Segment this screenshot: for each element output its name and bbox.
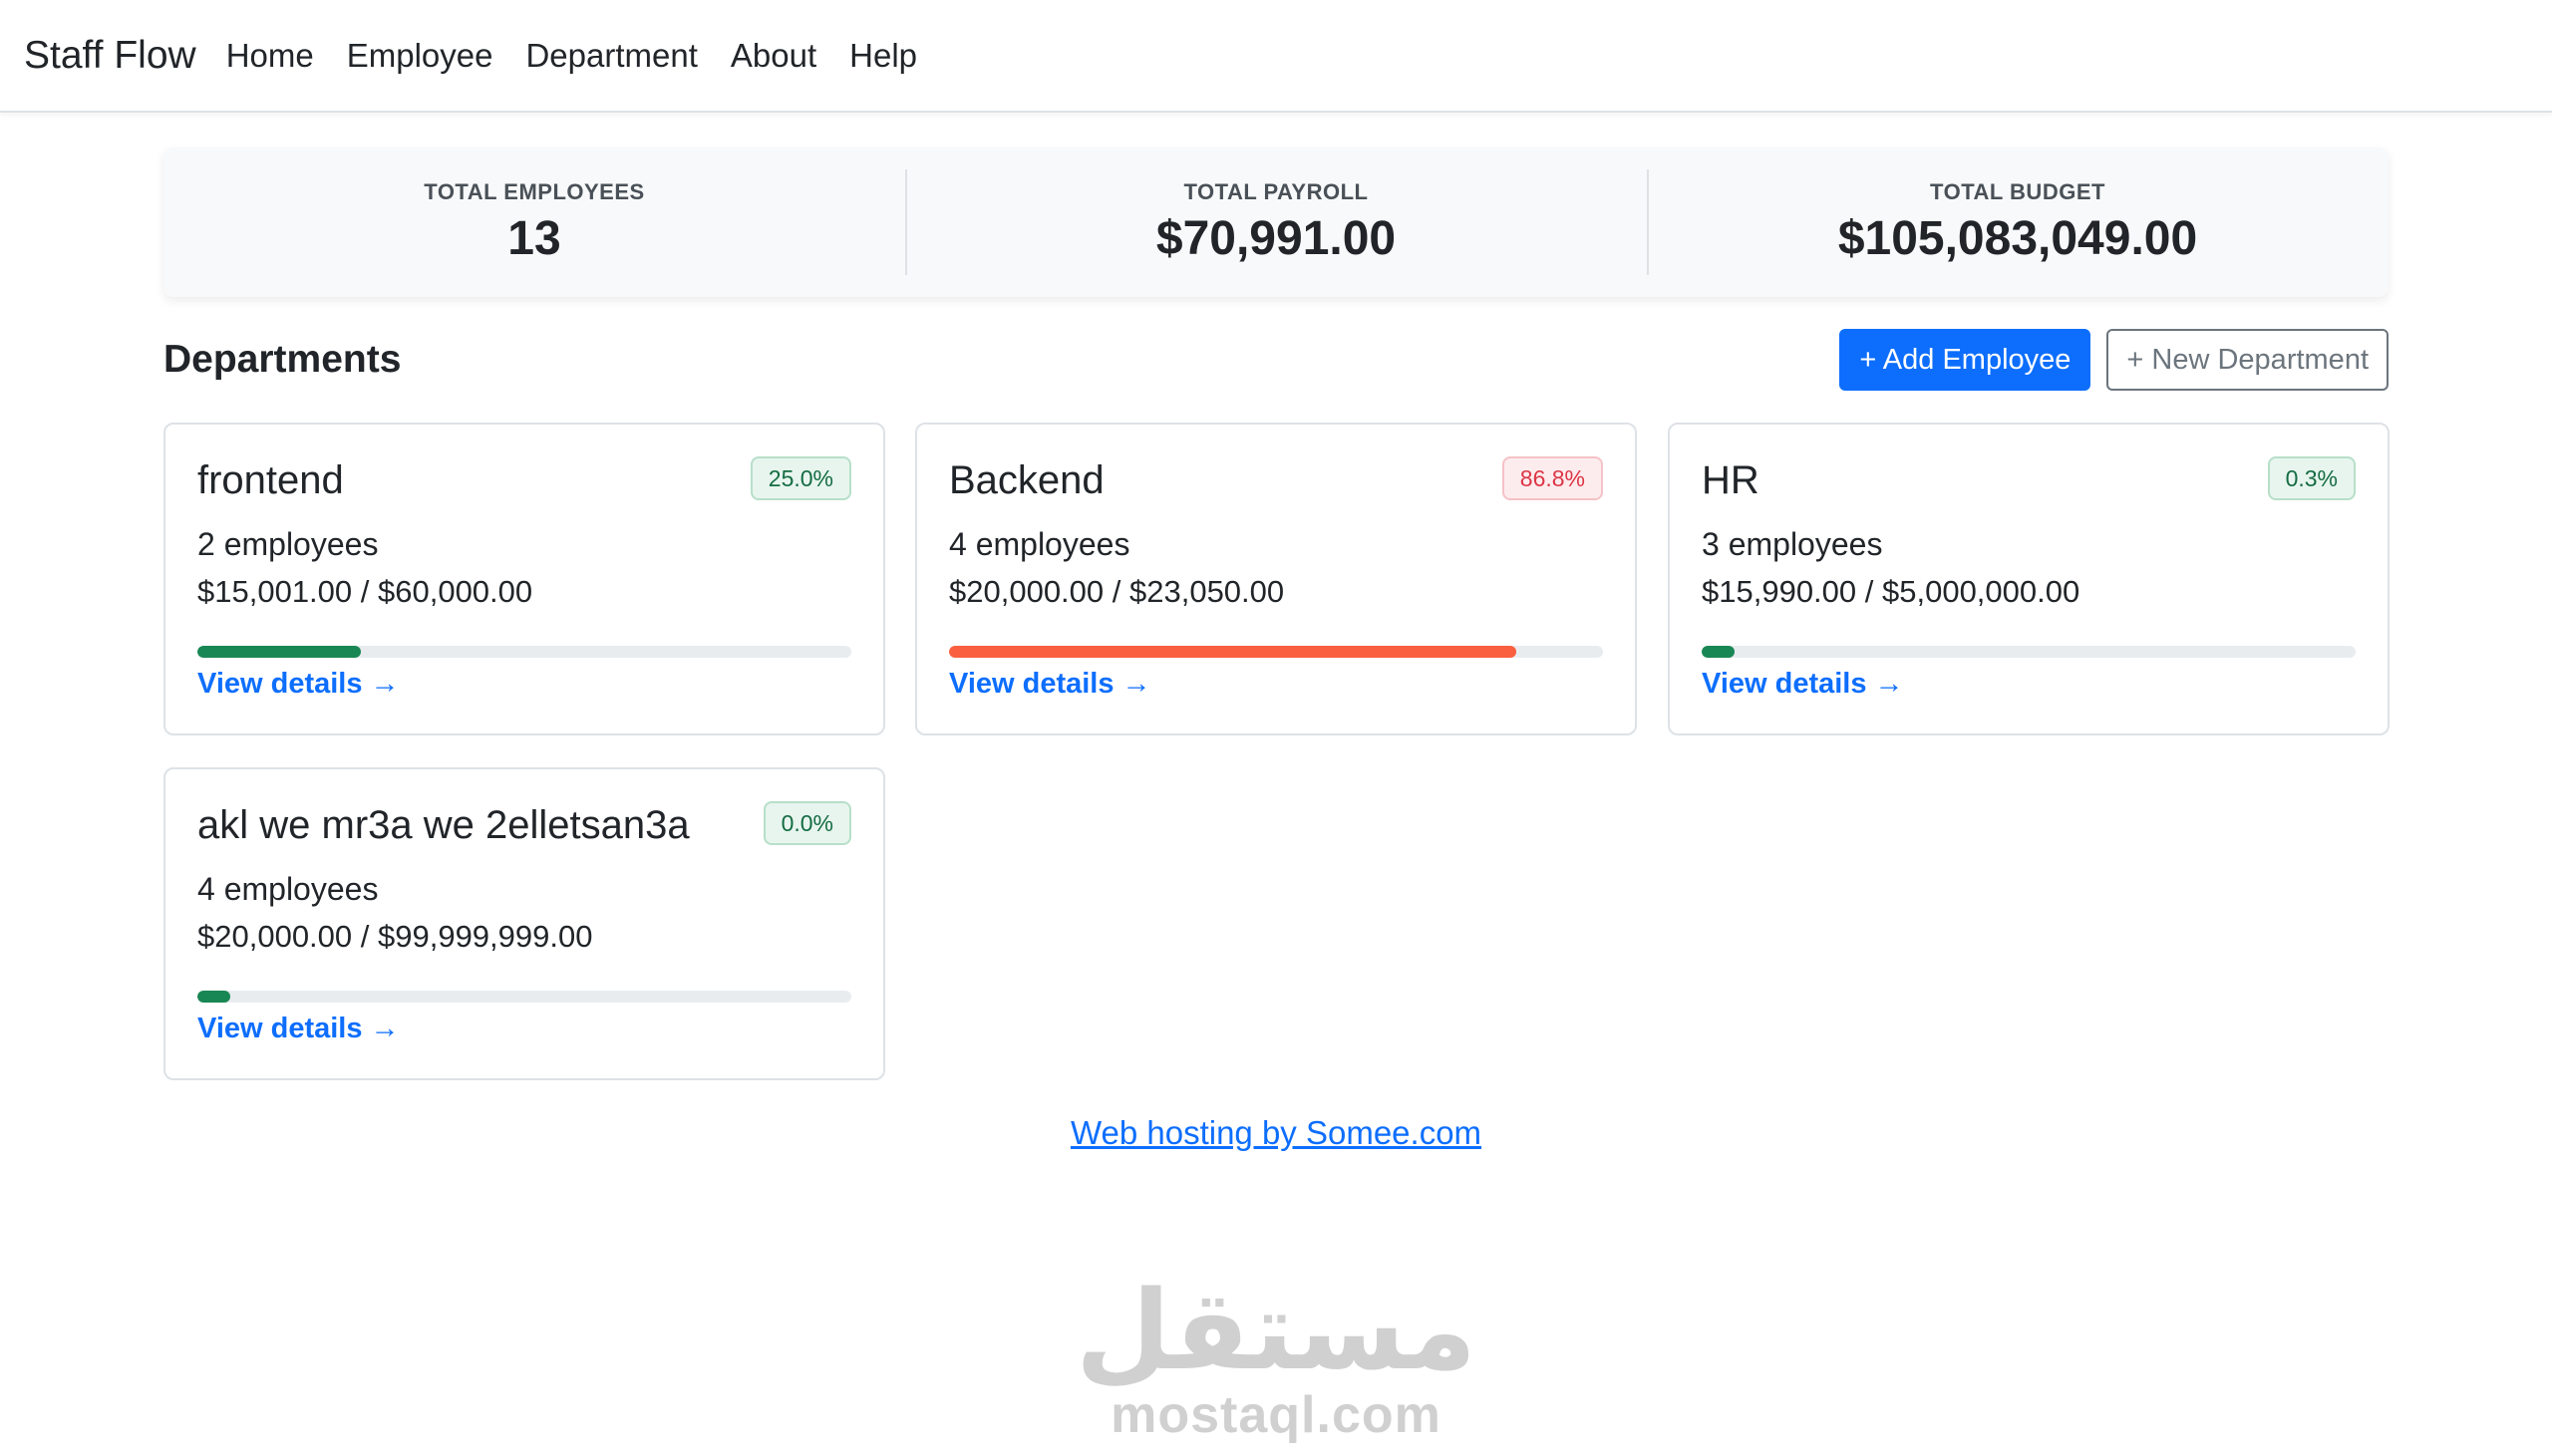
progress-fill bbox=[949, 646, 1517, 658]
stats-panel: TOTAL EMPLOYEES 13 TOTAL PAYROLL $70,991… bbox=[163, 147, 2389, 297]
stat-value: $105,083,049.00 bbox=[1837, 211, 2198, 265]
view-details-link[interactable]: View details → bbox=[1702, 668, 1904, 701]
stat-label: TOTAL PAYROLL bbox=[1183, 178, 1369, 204]
watermark-arabic: مستقل bbox=[1075, 1267, 1477, 1394]
budget-usage-badge: 0.0% bbox=[763, 801, 851, 845]
employee-count: 4 employees bbox=[949, 526, 1130, 562]
header-actions: + Add Employee + New Department bbox=[1839, 329, 2389, 391]
watermark-latin: mostaql.com bbox=[1111, 1386, 1441, 1444]
stat-label: TOTAL BUDGET bbox=[1930, 178, 2105, 204]
employee-count: 3 employees bbox=[1702, 526, 1883, 562]
department-name: HR bbox=[1702, 458, 1759, 502]
stat-label: TOTAL EMPLOYEES bbox=[424, 178, 645, 204]
budget-usage-badge: 0.3% bbox=[2267, 456, 2356, 500]
add-employee-button[interactable]: + Add Employee bbox=[1839, 329, 2091, 391]
payroll-budget: $15,001.00 / $60,000.00 bbox=[197, 574, 533, 609]
nav-link-home[interactable]: Home bbox=[226, 37, 314, 75]
payroll-budget: $20,000.00 / $23,050.00 bbox=[949, 574, 1285, 609]
budget-usage-badge: 25.0% bbox=[750, 456, 851, 500]
department-name: frontend bbox=[197, 458, 344, 502]
stat-total-employees: TOTAL EMPLOYEES 13 bbox=[163, 147, 905, 297]
budget-progress-bar bbox=[949, 646, 1603, 658]
stat-value: 13 bbox=[507, 211, 561, 265]
view-details-link[interactable]: View details → bbox=[949, 668, 1151, 701]
nav-link-department[interactable]: Department bbox=[525, 37, 697, 75]
budget-progress-bar bbox=[197, 991, 851, 1003]
departments-header: Departments + Add Employee + New Departm… bbox=[163, 329, 2389, 391]
budget-progress-bar bbox=[1702, 646, 2356, 658]
nav-link-about[interactable]: About bbox=[731, 37, 816, 75]
view-details-link[interactable]: View details → bbox=[197, 1013, 400, 1045]
department-card: akl we mr3a we 2elletsan3a 0.0% 4 employ… bbox=[163, 767, 885, 1080]
brand-logo[interactable]: Staff Flow bbox=[24, 34, 196, 78]
progress-fill bbox=[197, 646, 361, 658]
stat-total-payroll: TOTAL PAYROLL $70,991.00 bbox=[905, 147, 1647, 297]
department-card: Backend 86.8% 4 employees $20,000.00 / $… bbox=[915, 423, 1637, 735]
budget-usage-badge: 86.8% bbox=[1501, 456, 1603, 500]
budget-progress-bar bbox=[197, 646, 851, 658]
department-card: frontend 25.0% 2 employees $15,001.00 / … bbox=[163, 423, 885, 735]
progress-fill bbox=[1702, 646, 1735, 658]
employee-count: 2 employees bbox=[197, 526, 379, 562]
stat-total-budget: TOTAL BUDGET $105,083,049.00 bbox=[1647, 147, 2389, 297]
stat-value: $70,991.00 bbox=[1155, 211, 1397, 265]
progress-fill bbox=[197, 991, 230, 1003]
watermark-logo: مستقل mostaql.com bbox=[0, 1276, 2552, 1445]
department-name: Backend bbox=[949, 458, 1105, 502]
payroll-budget: $15,990.00 / $5,000,000.00 bbox=[1702, 574, 2080, 609]
view-details-link[interactable]: View details → bbox=[197, 668, 400, 701]
nav-links: Home Employee Department About Help bbox=[226, 37, 950, 75]
navbar: Staff Flow Home Employee Department Abou… bbox=[0, 0, 2552, 113]
nav-link-help[interactable]: Help bbox=[849, 37, 917, 75]
department-card: HR 0.3% 3 employees $15,990.00 / $5,000,… bbox=[1668, 423, 2390, 735]
section-title: Departments bbox=[163, 338, 402, 381]
payroll-budget: $20,000.00 / $99,999,999.00 bbox=[197, 919, 593, 954]
footer: Web hosting by Somee.com bbox=[0, 1114, 2552, 1152]
nav-link-employee[interactable]: Employee bbox=[347, 37, 493, 75]
employee-count: 4 employees bbox=[197, 871, 379, 907]
department-name: akl we mr3a we 2elletsan3a bbox=[197, 803, 690, 847]
hosting-link[interactable]: Web hosting by Somee.com bbox=[1071, 1114, 1481, 1151]
new-department-button[interactable]: + New Department bbox=[2106, 329, 2389, 391]
